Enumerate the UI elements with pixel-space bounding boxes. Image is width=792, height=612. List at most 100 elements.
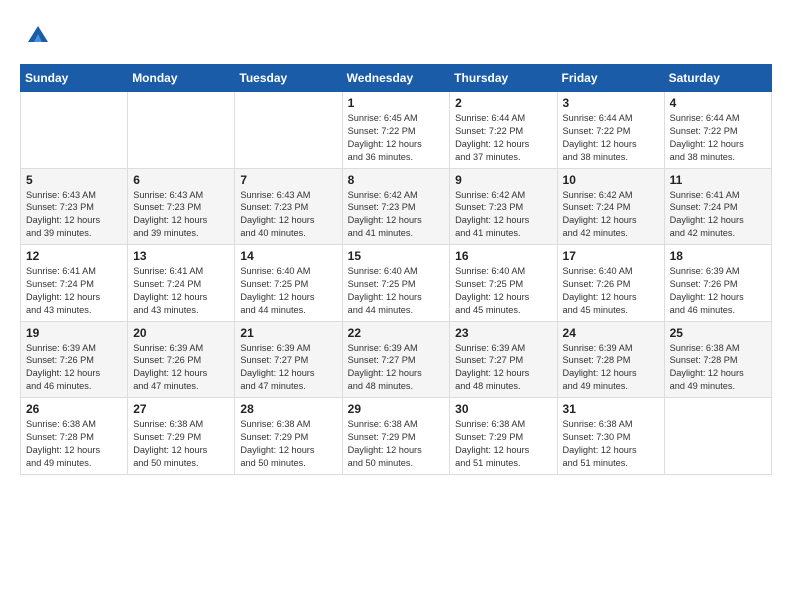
day-number: 25 — [670, 326, 766, 340]
day-number: 23 — [455, 326, 551, 340]
day-content: Sunrise: 6:39 AM Sunset: 7:26 PM Dayligh… — [26, 342, 122, 394]
calendar-day-5: 5 Sunrise: 6:43 AM Sunset: 7:23 PM Daylig… — [21, 168, 128, 245]
calendar-day-12: 12 Sunrise: 6:41 AM Sunset: 7:24 PM Dayli… — [21, 245, 128, 322]
day-number: 1 — [348, 96, 445, 110]
calendar-day-21: 21Sunrise: 6:39 AM Sunset: 7:27 PM Dayli… — [235, 321, 342, 398]
day-content: Sunrise: 6:38 AM Sunset: 7:28 PM Dayligh… — [670, 342, 766, 394]
column-header-thursday: Thursday — [450, 65, 557, 92]
calendar-day-26: 26 Sunrise: 6:38 AM Sunset: 7:28 PM Dayli… — [21, 398, 128, 475]
calendar-day-14: 14 Sunrise: 6:40 AM Sunset: 7:25 PM Dayli… — [235, 245, 342, 322]
day-number: 12 — [26, 249, 122, 263]
header-row: SundayMondayTuesdayWednesdayThursdayFrid… — [21, 65, 772, 92]
calendar-day-3: 3 Sunrise: 6:44 AM Sunset: 7:22 PM Daylig… — [557, 92, 664, 169]
day-number: 10 — [563, 173, 659, 187]
day-content: Sunrise: 6:40 AM Sunset: 7:25 PM Dayligh… — [348, 265, 445, 317]
day-content: Sunrise: 6:38 AM Sunset: 7:28 PM Dayligh… — [26, 418, 122, 470]
calendar-day-16: 16 Sunrise: 6:40 AM Sunset: 7:25 PM Dayli… — [450, 245, 557, 322]
day-number: 3 — [563, 96, 659, 110]
day-number: 16 — [455, 249, 551, 263]
day-content: Sunrise: 6:43 AM Sunset: 7:23 PM Dayligh… — [133, 189, 229, 241]
calendar-day-11: 11Sunrise: 6:41 AM Sunset: 7:24 PM Dayli… — [664, 168, 771, 245]
day-content: Sunrise: 6:40 AM Sunset: 7:25 PM Dayligh… — [455, 265, 551, 317]
column-header-friday: Friday — [557, 65, 664, 92]
day-number: 19 — [26, 326, 122, 340]
day-content: Sunrise: 6:38 AM Sunset: 7:29 PM Dayligh… — [348, 418, 445, 470]
day-content: Sunrise: 6:38 AM Sunset: 7:29 PM Dayligh… — [240, 418, 336, 470]
day-content: Sunrise: 6:40 AM Sunset: 7:25 PM Dayligh… — [240, 265, 336, 317]
calendar-day-9: 9Sunrise: 6:42 AM Sunset: 7:23 PM Daylig… — [450, 168, 557, 245]
calendar-day-4: 4 Sunrise: 6:44 AM Sunset: 7:22 PM Daylig… — [664, 92, 771, 169]
day-content: Sunrise: 6:41 AM Sunset: 7:24 PM Dayligh… — [26, 265, 122, 317]
day-content: Sunrise: 6:39 AM Sunset: 7:27 PM Dayligh… — [455, 342, 551, 394]
day-number: 22 — [348, 326, 445, 340]
day-content: Sunrise: 6:44 AM Sunset: 7:22 PM Dayligh… — [455, 112, 551, 164]
empty-cell — [21, 92, 128, 169]
day-content: Sunrise: 6:45 AM Sunset: 7:22 PM Dayligh… — [348, 112, 445, 164]
day-number: 31 — [563, 402, 659, 416]
calendar-day-10: 10 Sunrise: 6:42 AM Sunset: 7:24 PM Dayli… — [557, 168, 664, 245]
calendar-day-20: 20Sunrise: 6:39 AM Sunset: 7:26 PM Dayli… — [128, 321, 235, 398]
empty-cell — [128, 92, 235, 169]
day-number: 5 — [26, 173, 122, 187]
day-number: 7 — [240, 173, 336, 187]
column-header-tuesday: Tuesday — [235, 65, 342, 92]
day-number: 4 — [670, 96, 766, 110]
calendar-day-24: 24 Sunrise: 6:39 AM Sunset: 7:28 PM Dayli… — [557, 321, 664, 398]
day-number: 28 — [240, 402, 336, 416]
calendar-day-15: 15 Sunrise: 6:40 AM Sunset: 7:25 PM Dayli… — [342, 245, 450, 322]
day-content: Sunrise: 6:39 AM Sunset: 7:26 PM Dayligh… — [133, 342, 229, 394]
day-content: Sunrise: 6:43 AM Sunset: 7:23 PM Dayligh… — [240, 189, 336, 241]
day-number: 11 — [670, 173, 766, 187]
day-number: 8 — [348, 173, 445, 187]
calendar-week-3: 12 Sunrise: 6:41 AM Sunset: 7:24 PM Dayli… — [21, 245, 772, 322]
calendar-day-27: 27Sunrise: 6:38 AM Sunset: 7:29 PM Dayli… — [128, 398, 235, 475]
day-number: 9 — [455, 173, 551, 187]
column-header-saturday: Saturday — [664, 65, 771, 92]
column-header-sunday: Sunday — [21, 65, 128, 92]
day-number: 24 — [563, 326, 659, 340]
day-content: Sunrise: 6:41 AM Sunset: 7:24 PM Dayligh… — [133, 265, 229, 317]
day-number: 14 — [240, 249, 336, 263]
day-number: 26 — [26, 402, 122, 416]
calendar-day-2: 2 Sunrise: 6:44 AM Sunset: 7:22 PM Daylig… — [450, 92, 557, 169]
empty-cell — [664, 398, 771, 475]
day-number: 17 — [563, 249, 659, 263]
calendar-day-19: 19 Sunrise: 6:39 AM Sunset: 7:26 PM Dayli… — [21, 321, 128, 398]
logo-icon — [24, 20, 52, 48]
calendar-header: SundayMondayTuesdayWednesdayThursdayFrid… — [21, 65, 772, 92]
calendar-day-22: 22 Sunrise: 6:39 AM Sunset: 7:27 PM Dayli… — [342, 321, 450, 398]
day-content: Sunrise: 6:38 AM Sunset: 7:30 PM Dayligh… — [563, 418, 659, 470]
day-content: Sunrise: 6:39 AM Sunset: 7:28 PM Dayligh… — [563, 342, 659, 394]
calendar-day-6: 6Sunrise: 6:43 AM Sunset: 7:23 PM Daylig… — [128, 168, 235, 245]
calendar-day-1: 1 Sunrise: 6:45 AM Sunset: 7:22 PM Daylig… — [342, 92, 450, 169]
day-number: 21 — [240, 326, 336, 340]
day-number: 13 — [133, 249, 229, 263]
calendar-day-17: 17Sunrise: 6:40 AM Sunset: 7:26 PM Dayli… — [557, 245, 664, 322]
day-number: 15 — [348, 249, 445, 263]
day-content: Sunrise: 6:43 AM Sunset: 7:23 PM Dayligh… — [26, 189, 122, 241]
day-content: Sunrise: 6:39 AM Sunset: 7:27 PM Dayligh… — [348, 342, 445, 394]
day-number: 30 — [455, 402, 551, 416]
calendar-day-8: 8 Sunrise: 6:42 AM Sunset: 7:23 PM Daylig… — [342, 168, 450, 245]
day-content: Sunrise: 6:42 AM Sunset: 7:24 PM Dayligh… — [563, 189, 659, 241]
calendar-day-7: 7 Sunrise: 6:43 AM Sunset: 7:23 PM Daylig… — [235, 168, 342, 245]
day-number: 29 — [348, 402, 445, 416]
day-content: Sunrise: 6:38 AM Sunset: 7:29 PM Dayligh… — [133, 418, 229, 470]
calendar-day-13: 13 Sunrise: 6:41 AM Sunset: 7:24 PM Dayli… — [128, 245, 235, 322]
calendar-day-31: 31 Sunrise: 6:38 AM Sunset: 7:30 PM Dayli… — [557, 398, 664, 475]
day-content: Sunrise: 6:44 AM Sunset: 7:22 PM Dayligh… — [670, 112, 766, 164]
column-header-wednesday: Wednesday — [342, 65, 450, 92]
calendar-table: SundayMondayTuesdayWednesdayThursdayFrid… — [20, 64, 772, 475]
day-content: Sunrise: 6:39 AM Sunset: 7:26 PM Dayligh… — [670, 265, 766, 317]
column-header-monday: Monday — [128, 65, 235, 92]
calendar-day-30: 30Sunrise: 6:38 AM Sunset: 7:29 PM Dayli… — [450, 398, 557, 475]
day-number: 2 — [455, 96, 551, 110]
calendar-week-2: 5 Sunrise: 6:43 AM Sunset: 7:23 PM Daylig… — [21, 168, 772, 245]
calendar-day-23: 23 Sunrise: 6:39 AM Sunset: 7:27 PM Dayli… — [450, 321, 557, 398]
day-content: Sunrise: 6:42 AM Sunset: 7:23 PM Dayligh… — [348, 189, 445, 241]
calendar-day-25: 25 Sunrise: 6:38 AM Sunset: 7:28 PM Dayli… — [664, 321, 771, 398]
calendar-week-5: 26 Sunrise: 6:38 AM Sunset: 7:28 PM Dayli… — [21, 398, 772, 475]
calendar-day-28: 28 Sunrise: 6:38 AM Sunset: 7:29 PM Dayli… — [235, 398, 342, 475]
page-header — [20, 20, 772, 48]
day-content: Sunrise: 6:44 AM Sunset: 7:22 PM Dayligh… — [563, 112, 659, 164]
